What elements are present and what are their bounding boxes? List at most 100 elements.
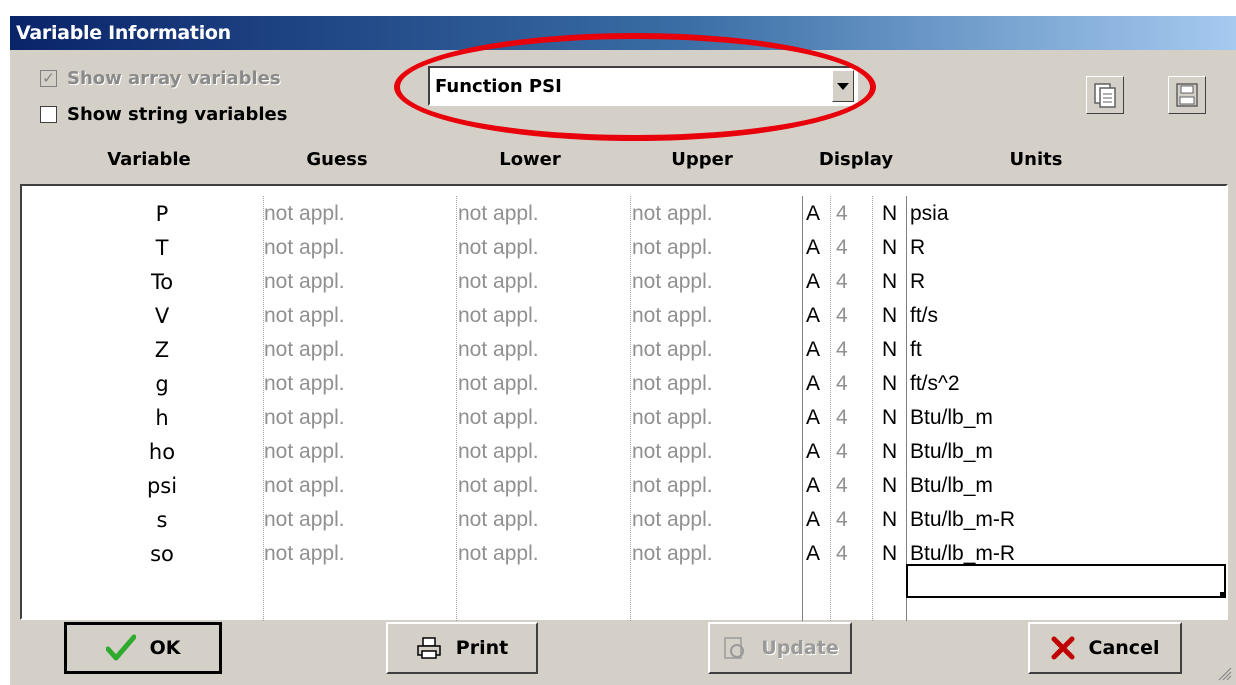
display-format-cell[interactable]: A: [806, 202, 820, 226]
guess-cell[interactable]: not appl.: [264, 236, 345, 260]
upper-bound-cell[interactable]: not appl.: [632, 270, 713, 294]
upper-bound-cell[interactable]: not appl.: [632, 474, 713, 498]
chevron-down-icon[interactable]: [832, 70, 854, 102]
upper-bound-cell[interactable]: not appl.: [632, 202, 713, 226]
display-format-cell[interactable]: A: [806, 474, 820, 498]
display-mode-cell[interactable]: N: [882, 202, 897, 226]
lower-bound-cell[interactable]: not appl.: [458, 338, 539, 362]
guess-cell[interactable]: not appl.: [264, 304, 345, 328]
units-cell[interactable]: Btu/lb_m: [910, 474, 993, 498]
units-cell[interactable]: psia: [910, 202, 949, 226]
table-row[interactable]: Znot appl. not appl. not appl. A 4 Nft: [22, 334, 1222, 366]
display-digits-cell[interactable]: 4: [836, 406, 848, 430]
guess-cell[interactable]: not appl.: [264, 508, 345, 532]
table-row[interactable]: To not appl. not appl. not appl. A 4 N R: [22, 266, 1222, 298]
upper-bound-cell[interactable]: not appl.: [632, 372, 713, 396]
display-format-cell[interactable]: A: [806, 406, 820, 430]
display-format-cell[interactable]: A: [806, 304, 820, 328]
display-mode-cell[interactable]: N: [882, 372, 897, 396]
table-row[interactable]: h not appl. not appl. not appl. A 4 N Btu/lb_m: [22, 402, 1222, 434]
lower-bound-cell[interactable]: not appl.: [458, 270, 539, 294]
units-cell[interactable]: Btu/lb_m-R: [910, 542, 1015, 566]
table-row[interactable]: psi not appl. not appl. not appl. A 4 N Btu/lb_…: [22, 470, 1222, 502]
lower-bound-cell[interactable]: not appl.: [458, 406, 539, 430]
lower-bound-cell[interactable]: not appl.: [458, 236, 539, 260]
upper-bound-cell[interactable]: not appl.: [632, 338, 713, 362]
lower-bound-cell[interactable]: not appl.: [458, 440, 539, 464]
display-digits-cell[interactable]: 4: [836, 270, 848, 294]
units-cell[interactable]: R: [910, 270, 925, 294]
lower-bound-cell[interactable]: not appl.: [458, 508, 539, 532]
guess-cell[interactable]: not appl.: [264, 338, 345, 362]
upper-bound-cell[interactable]: not appl.: [632, 304, 713, 328]
lower-bound-cell[interactable]: not appl.: [458, 202, 539, 226]
display-mode-cell[interactable]: N: [882, 304, 897, 328]
table-row[interactable]: Tnot appl. not appl. not appl. A 4 N R: [22, 232, 1222, 264]
show-string-variables-checkbox[interactable]: Show string variables: [40, 104, 287, 125]
display-format-cell[interactable]: A: [806, 372, 820, 396]
save-button[interactable]: [1168, 76, 1206, 114]
show-array-variables-checkbox[interactable]: ✓ Show array variables: [40, 68, 281, 89]
copy-button[interactable]: [1086, 76, 1124, 114]
cancel-button[interactable]: Cancel: [1028, 622, 1182, 674]
units-cell[interactable]: Btu/lb_m: [910, 406, 993, 430]
table-row[interactable]: Vnot appl. not appl. not appl. A 4 Nft/s: [22, 300, 1222, 332]
display-mode-cell[interactable]: N: [882, 236, 897, 260]
lower-bound-cell[interactable]: not appl.: [458, 542, 539, 566]
lower-bound-cell[interactable]: not appl.: [458, 304, 539, 328]
display-format-cell[interactable]: A: [806, 236, 820, 260]
guess-cell[interactable]: not appl.: [264, 542, 345, 566]
display-digits-cell[interactable]: 4: [836, 202, 848, 226]
guess-cell[interactable]: not appl.: [264, 440, 345, 464]
display-digits-cell[interactable]: 4: [836, 236, 848, 260]
guess-cell[interactable]: not appl.: [264, 270, 345, 294]
function-select[interactable]: Function PSI: [428, 66, 858, 106]
resize-grip-icon[interactable]: [1216, 665, 1232, 681]
display-format-cell[interactable]: A: [806, 542, 820, 566]
display-format-cell[interactable]: A: [806, 440, 820, 464]
units-cell[interactable]: R: [910, 236, 925, 260]
units-cell[interactable]: Btu/lb_m-R: [910, 508, 1015, 532]
ok-button[interactable]: OK: [64, 622, 222, 674]
print-button[interactable]: Print: [386, 622, 538, 674]
units-cell[interactable]: ft: [910, 338, 922, 362]
lower-bound-cell[interactable]: not appl.: [458, 474, 539, 498]
units-cell[interactable]: ft/s: [910, 304, 938, 328]
guess-cell[interactable]: not appl.: [264, 474, 345, 498]
guess-cell[interactable]: not appl.: [264, 372, 345, 396]
units-cell[interactable]: ft/s^2: [910, 372, 960, 396]
display-format-cell[interactable]: A: [806, 270, 820, 294]
table-row[interactable]: ho not appl. not appl. not appl. A 4 N Btu/lb_m: [22, 436, 1222, 468]
lower-bound-cell[interactable]: not appl.: [458, 372, 539, 396]
display-digits-cell[interactable]: 4: [836, 338, 848, 362]
display-mode-cell[interactable]: N: [882, 440, 897, 464]
display-digits-cell[interactable]: 4: [836, 440, 848, 464]
upper-bound-cell[interactable]: not appl.: [632, 406, 713, 430]
display-digits-cell[interactable]: 4: [836, 372, 848, 396]
variables-table[interactable]: Pnot appl. not appl. not appl. A 4 Npsia Tnot …: [20, 184, 1228, 621]
units-cell[interactable]: Btu/lb_m: [910, 440, 993, 464]
upper-bound-cell[interactable]: not appl.: [632, 508, 713, 532]
display-mode-cell[interactable]: N: [882, 406, 897, 430]
display-mode-cell[interactable]: N: [882, 270, 897, 294]
upper-bound-cell[interactable]: not appl.: [632, 236, 713, 260]
display-format-cell[interactable]: A: [806, 508, 820, 532]
display-mode-cell[interactable]: N: [882, 338, 897, 362]
title-bar[interactable]: Variable Information: [10, 16, 1236, 50]
guess-cell[interactable]: not appl.: [264, 406, 345, 430]
table-row[interactable]: s not appl. not appl. not appl. A 4 N Btu/lb_m-…: [22, 504, 1222, 536]
focused-units-cell[interactable]: [906, 564, 1226, 598]
display-digits-cell[interactable]: 4: [836, 542, 848, 566]
table-row[interactable]: Pnot appl. not appl. not appl. A 4 Npsia: [22, 198, 1222, 230]
upper-bound-cell[interactable]: not appl.: [632, 440, 713, 464]
display-mode-cell[interactable]: N: [882, 474, 897, 498]
display-format-cell[interactable]: A: [806, 338, 820, 362]
display-digits-cell[interactable]: 4: [836, 508, 848, 532]
table-row[interactable]: g not appl. not appl. not appl. A 4 Nft/s^2: [22, 368, 1222, 400]
display-mode-cell[interactable]: N: [882, 542, 897, 566]
upper-bound-cell[interactable]: not appl.: [632, 542, 713, 566]
guess-cell[interactable]: not appl.: [264, 202, 345, 226]
display-digits-cell[interactable]: 4: [836, 474, 848, 498]
display-mode-cell[interactable]: N: [882, 508, 897, 532]
display-digits-cell[interactable]: 4: [836, 304, 848, 328]
